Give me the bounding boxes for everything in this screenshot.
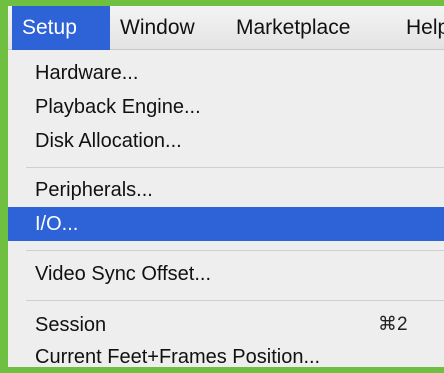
menu-item-hardware[interactable]: Hardware... [8,56,444,90]
menu-item-peripherals[interactable]: Peripherals... [8,173,444,207]
menu-item-io[interactable]: I/O... [8,207,444,241]
menubar-window[interactable]: Window [110,6,226,50]
menu-separator [26,250,444,251]
menu-item-current-feet-frames-position[interactable]: Current Feet+Frames Position... [8,340,444,367]
menu-item-video-sync-offset[interactable]: Video Sync Offset... [8,257,444,291]
menu-separator [26,167,444,168]
command-shortcut: ⌘2 [378,314,408,335]
menu-item-playback-engine[interactable]: Playback Engine... [8,90,444,124]
menu-item-disk-allocation[interactable]: Disk Allocation... [8,124,444,158]
menu-item-session[interactable]: Session ⌘2 [8,308,444,342]
menu-bar: Setup Window Marketplace Help [8,6,444,50]
menubar-help[interactable]: Help [396,6,444,50]
menubar-marketplace[interactable]: Marketplace [226,6,396,50]
setup-menu-dropdown: Hardware... Playback Engine... Disk Allo… [8,50,444,367]
screenshot-frame: Setup Window Marketplace Help Hardware..… [8,6,444,367]
menubar-setup[interactable]: Setup [12,6,110,50]
menu-separator [26,300,444,301]
menu-item-session-label: Session [35,314,107,336]
